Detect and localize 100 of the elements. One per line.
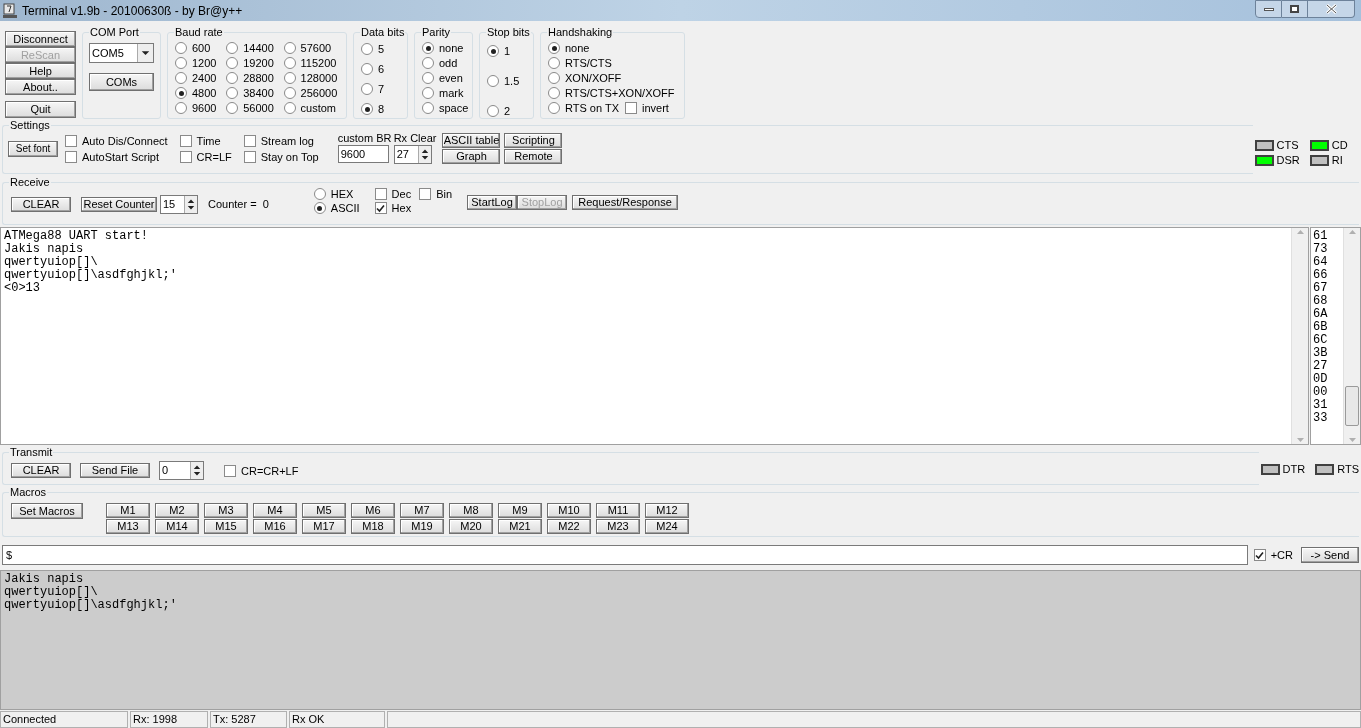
baud-rate-option[interactable]: 1200 <box>175 57 221 69</box>
macro-button[interactable]: M18 <box>351 519 395 534</box>
baud-rate-option[interactable]: 56000 <box>226 102 278 114</box>
spin-arrows-icon[interactable] <box>184 196 197 213</box>
side-button[interactable]: Help <box>5 63 76 79</box>
spin-arrows-icon[interactable] <box>417 146 431 163</box>
baud-rate-option[interactable]: 256000 <box>283 87 341 99</box>
log-button[interactable]: StartLog <box>467 195 518 210</box>
macro-button[interactable]: M22 <box>547 519 591 534</box>
macro-button[interactable]: M16 <box>253 519 297 534</box>
invert-checkbox[interactable]: invert <box>625 102 669 114</box>
side-button[interactable]: About.. <box>5 79 76 95</box>
display-mode-radio[interactable]: ASCII <box>313 202 360 214</box>
settings-checkbox[interactable]: Time <box>179 135 232 147</box>
macro-button[interactable]: M23 <box>596 519 640 534</box>
macro-button[interactable]: M5 <box>302 503 346 518</box>
macro-button[interactable]: M11 <box>596 503 640 518</box>
baud-rate-option[interactable]: 4800 <box>175 87 221 99</box>
option-radio[interactable]: 5 <box>361 43 402 55</box>
handshaking-option[interactable]: XON/XOFF <box>548 72 622 84</box>
settings-button[interactable]: ASCII table <box>442 133 501 148</box>
scroll-down-arrow-icon[interactable] <box>1347 435 1357 444</box>
reset-counter-button[interactable]: Reset Counter <box>81 197 157 212</box>
settings-checkbox[interactable]: Auto Dis/Connect <box>65 135 168 147</box>
option-radio[interactable]: odd <box>422 57 467 69</box>
set-macros-button[interactable]: Set Macros <box>11 503 83 519</box>
coms-button[interactable]: COMs <box>89 73 154 91</box>
option-radio[interactable]: 1 <box>487 45 528 57</box>
macro-button[interactable]: M2 <box>155 503 199 518</box>
transmit-spinner[interactable]: 0 <box>159 461 204 480</box>
restore-button[interactable] <box>1282 0 1308 18</box>
send-input-field[interactable]: $ <box>2 545 1248 565</box>
baud-rate-option[interactable]: 38400 <box>226 87 278 99</box>
macro-button[interactable]: M3 <box>204 503 248 518</box>
send-file-button[interactable]: Send File <box>80 463 150 478</box>
macro-button[interactable]: M21 <box>498 519 542 534</box>
handshaking-option[interactable]: RTS/CTS <box>548 57 612 69</box>
macro-button[interactable]: M13 <box>106 519 150 534</box>
counter-spinner[interactable]: 15 <box>160 195 198 214</box>
scroll-thumb[interactable] <box>1345 386 1359 426</box>
sent-text-area[interactable]: Jakis napis qwertyuiop[]\ qwertyuiop[]\asdfghjkl;' <box>0 570 1361 710</box>
hex-view-area[interactable]: 61 73 64 66 67 68 6A 6B 6C 3B 27 0D 00 31 33 <box>1310 227 1361 445</box>
option-radio[interactable]: 6 <box>361 63 402 75</box>
settings-button[interactable]: Graph <box>442 149 501 164</box>
macro-button[interactable]: M4 <box>253 503 297 518</box>
macro-button[interactable]: M6 <box>351 503 395 518</box>
baud-rate-option[interactable]: 128000 <box>283 72 341 84</box>
clear-button[interactable]: CLEAR <box>11 197 71 212</box>
handshaking-option[interactable]: none <box>548 42 590 54</box>
option-radio[interactable]: 8 <box>361 103 402 115</box>
option-radio[interactable]: even <box>422 72 467 84</box>
handshaking-option[interactable]: RTS on TX <box>548 102 619 114</box>
settings-button[interactable]: Remote <box>504 149 563 164</box>
baud-rate-option[interactable]: 600 <box>175 42 221 54</box>
option-radio[interactable]: mark <box>422 87 467 99</box>
baud-rate-option[interactable]: 19200 <box>226 57 278 69</box>
com-port-dropdown[interactable]: COM5 <box>89 43 154 63</box>
format-checkbox[interactable]: Hex <box>374 202 412 214</box>
macro-button[interactable]: M19 <box>400 519 444 534</box>
settings-checkbox[interactable]: Stream log <box>243 135 319 147</box>
macro-button[interactable]: M24 <box>645 519 689 534</box>
settings-checkbox[interactable]: CR=LF <box>179 151 232 163</box>
baud-rate-option[interactable]: 57600 <box>283 42 341 54</box>
macro-button[interactable]: M14 <box>155 519 199 534</box>
settings-button[interactable]: Scripting <box>504 133 563 148</box>
option-radio[interactable]: 2 <box>487 105 528 117</box>
baud-rate-option[interactable]: 9600 <box>175 102 221 114</box>
settings-checkbox[interactable]: Stay on Top <box>243 151 319 163</box>
format-checkbox[interactable]: Dec <box>374 188 412 200</box>
scroll-up-arrow-icon[interactable] <box>1295 228 1305 237</box>
macro-button[interactable]: M9 <box>498 503 542 518</box>
macro-button[interactable]: M8 <box>449 503 493 518</box>
receive-text-area[interactable]: ATMega88 UART start! Jakis napis qwertyuiop[]\ qwertyuiop[]\asdfghjkl;' <0>13 <box>0 227 1309 445</box>
option-radio[interactable]: space <box>422 102 467 114</box>
settings-checkbox[interactable]: AutoStart Script <box>65 151 168 163</box>
side-button[interactable]: Disconnect <box>5 31 76 47</box>
handshaking-option[interactable]: RTS/CTS+XON/XOFF <box>548 87 675 99</box>
macro-button[interactable]: M17 <box>302 519 346 534</box>
custom-br-field[interactable]: 9600 <box>337 145 389 163</box>
macro-button[interactable]: M20 <box>449 519 493 534</box>
format-checkbox[interactable]: Bin <box>419 188 453 200</box>
request-response-button[interactable]: Request/Response <box>572 195 679 210</box>
option-radio[interactable]: 1.5 <box>487 75 528 87</box>
close-button[interactable] <box>1308 0 1355 18</box>
scroll-up-arrow-icon[interactable] <box>1347 228 1357 237</box>
macro-button[interactable]: M10 <box>547 503 591 518</box>
rx-clear-spinner[interactable]: 27 <box>393 145 432 164</box>
scroll-down-arrow-icon[interactable] <box>1295 435 1305 444</box>
baud-rate-option[interactable]: 14400 <box>226 42 278 54</box>
plus-cr-checkbox[interactable]: +CR <box>1253 549 1293 561</box>
spin-arrows-icon[interactable] <box>190 462 203 479</box>
cr-lf-checkbox[interactable]: CR=CR+LF <box>224 465 299 477</box>
baud-rate-option[interactable]: 2400 <box>175 72 221 84</box>
macro-button[interactable]: M15 <box>204 519 248 534</box>
macro-button[interactable]: M12 <box>645 503 689 518</box>
option-radio[interactable]: 7 <box>361 83 402 95</box>
send-button[interactable]: -> Send <box>1301 547 1359 563</box>
baud-rate-option[interactable]: 115200 <box>283 57 341 69</box>
baud-rate-option[interactable]: custom <box>283 102 341 114</box>
clear-button[interactable]: CLEAR <box>11 463 71 478</box>
